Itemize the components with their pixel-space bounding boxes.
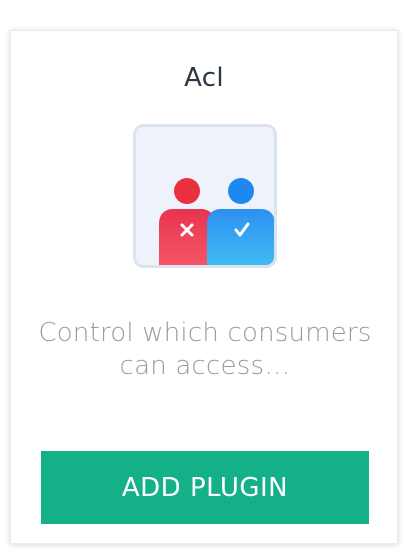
plugin-card: Acl Control which consumers can access… …: [10, 30, 398, 544]
add-plugin-button[interactable]: ADD PLUGIN: [41, 451, 369, 524]
plugin-title: Acl: [184, 63, 224, 93]
plugin-description: Control which consumers can access…: [38, 318, 372, 381]
users-access-control-icon: [133, 124, 277, 268]
